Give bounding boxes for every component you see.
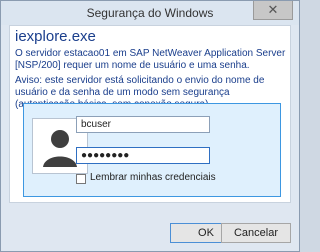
credential-panel: bcuser ●●●●●●●● Lembrar minhas credencia…	[23, 103, 281, 197]
password-input[interactable]: ●●●●●●●●	[76, 147, 210, 164]
server-message: O servidor estacao01 em SAP NetWeaver Ap…	[15, 48, 286, 71]
titlebar[interactable]: Segurança do Windows ✕	[1, 1, 299, 25]
dialog-heading: iexplore.exe	[15, 28, 96, 45]
security-dialog-window: Segurança do Windows ✕ iexplore.exe O se…	[0, 0, 300, 252]
cancel-button[interactable]: Cancelar	[221, 223, 291, 243]
remember-credentials-label[interactable]: Lembrar minhas credenciais	[90, 172, 216, 183]
close-button[interactable]: ✕	[253, 1, 293, 20]
close-icon: ✕	[267, 2, 279, 17]
username-input[interactable]: bcuser	[76, 116, 210, 133]
remember-credentials-checkbox[interactable]	[76, 174, 86, 184]
